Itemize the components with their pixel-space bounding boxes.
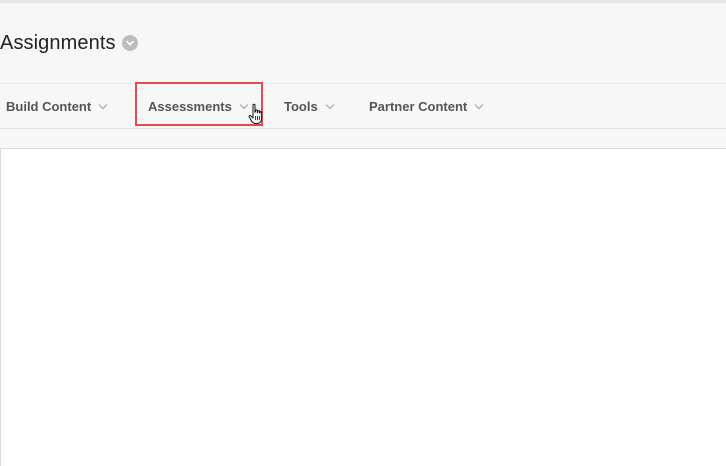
tools-label: Tools <box>284 98 318 114</box>
partner-content-menu[interactable]: Partner Content <box>369 84 484 128</box>
top-divider <box>0 0 726 3</box>
chevron-down-icon <box>325 103 335 110</box>
chevron-down-icon <box>98 103 108 110</box>
tools-menu[interactable]: Tools <box>284 84 335 128</box>
page-header: Assignments <box>0 28 138 58</box>
chevron-down-icon[interactable] <box>121 35 138 51</box>
build-content-label: Build Content <box>6 98 92 114</box>
content-area <box>0 148 726 466</box>
page-title: Assignments <box>0 31 116 54</box>
chevron-down-icon <box>474 103 484 110</box>
assessments-label: Assessments <box>148 98 232 114</box>
partner-content-label: Partner Content <box>369 98 468 114</box>
content-toolbar: Build Content Assessments Tools Partner … <box>0 83 726 129</box>
chevron-down-icon <box>239 103 249 110</box>
assessments-menu[interactable]: Assessments <box>148 84 249 128</box>
build-content-menu[interactable]: Build Content <box>6 84 108 128</box>
